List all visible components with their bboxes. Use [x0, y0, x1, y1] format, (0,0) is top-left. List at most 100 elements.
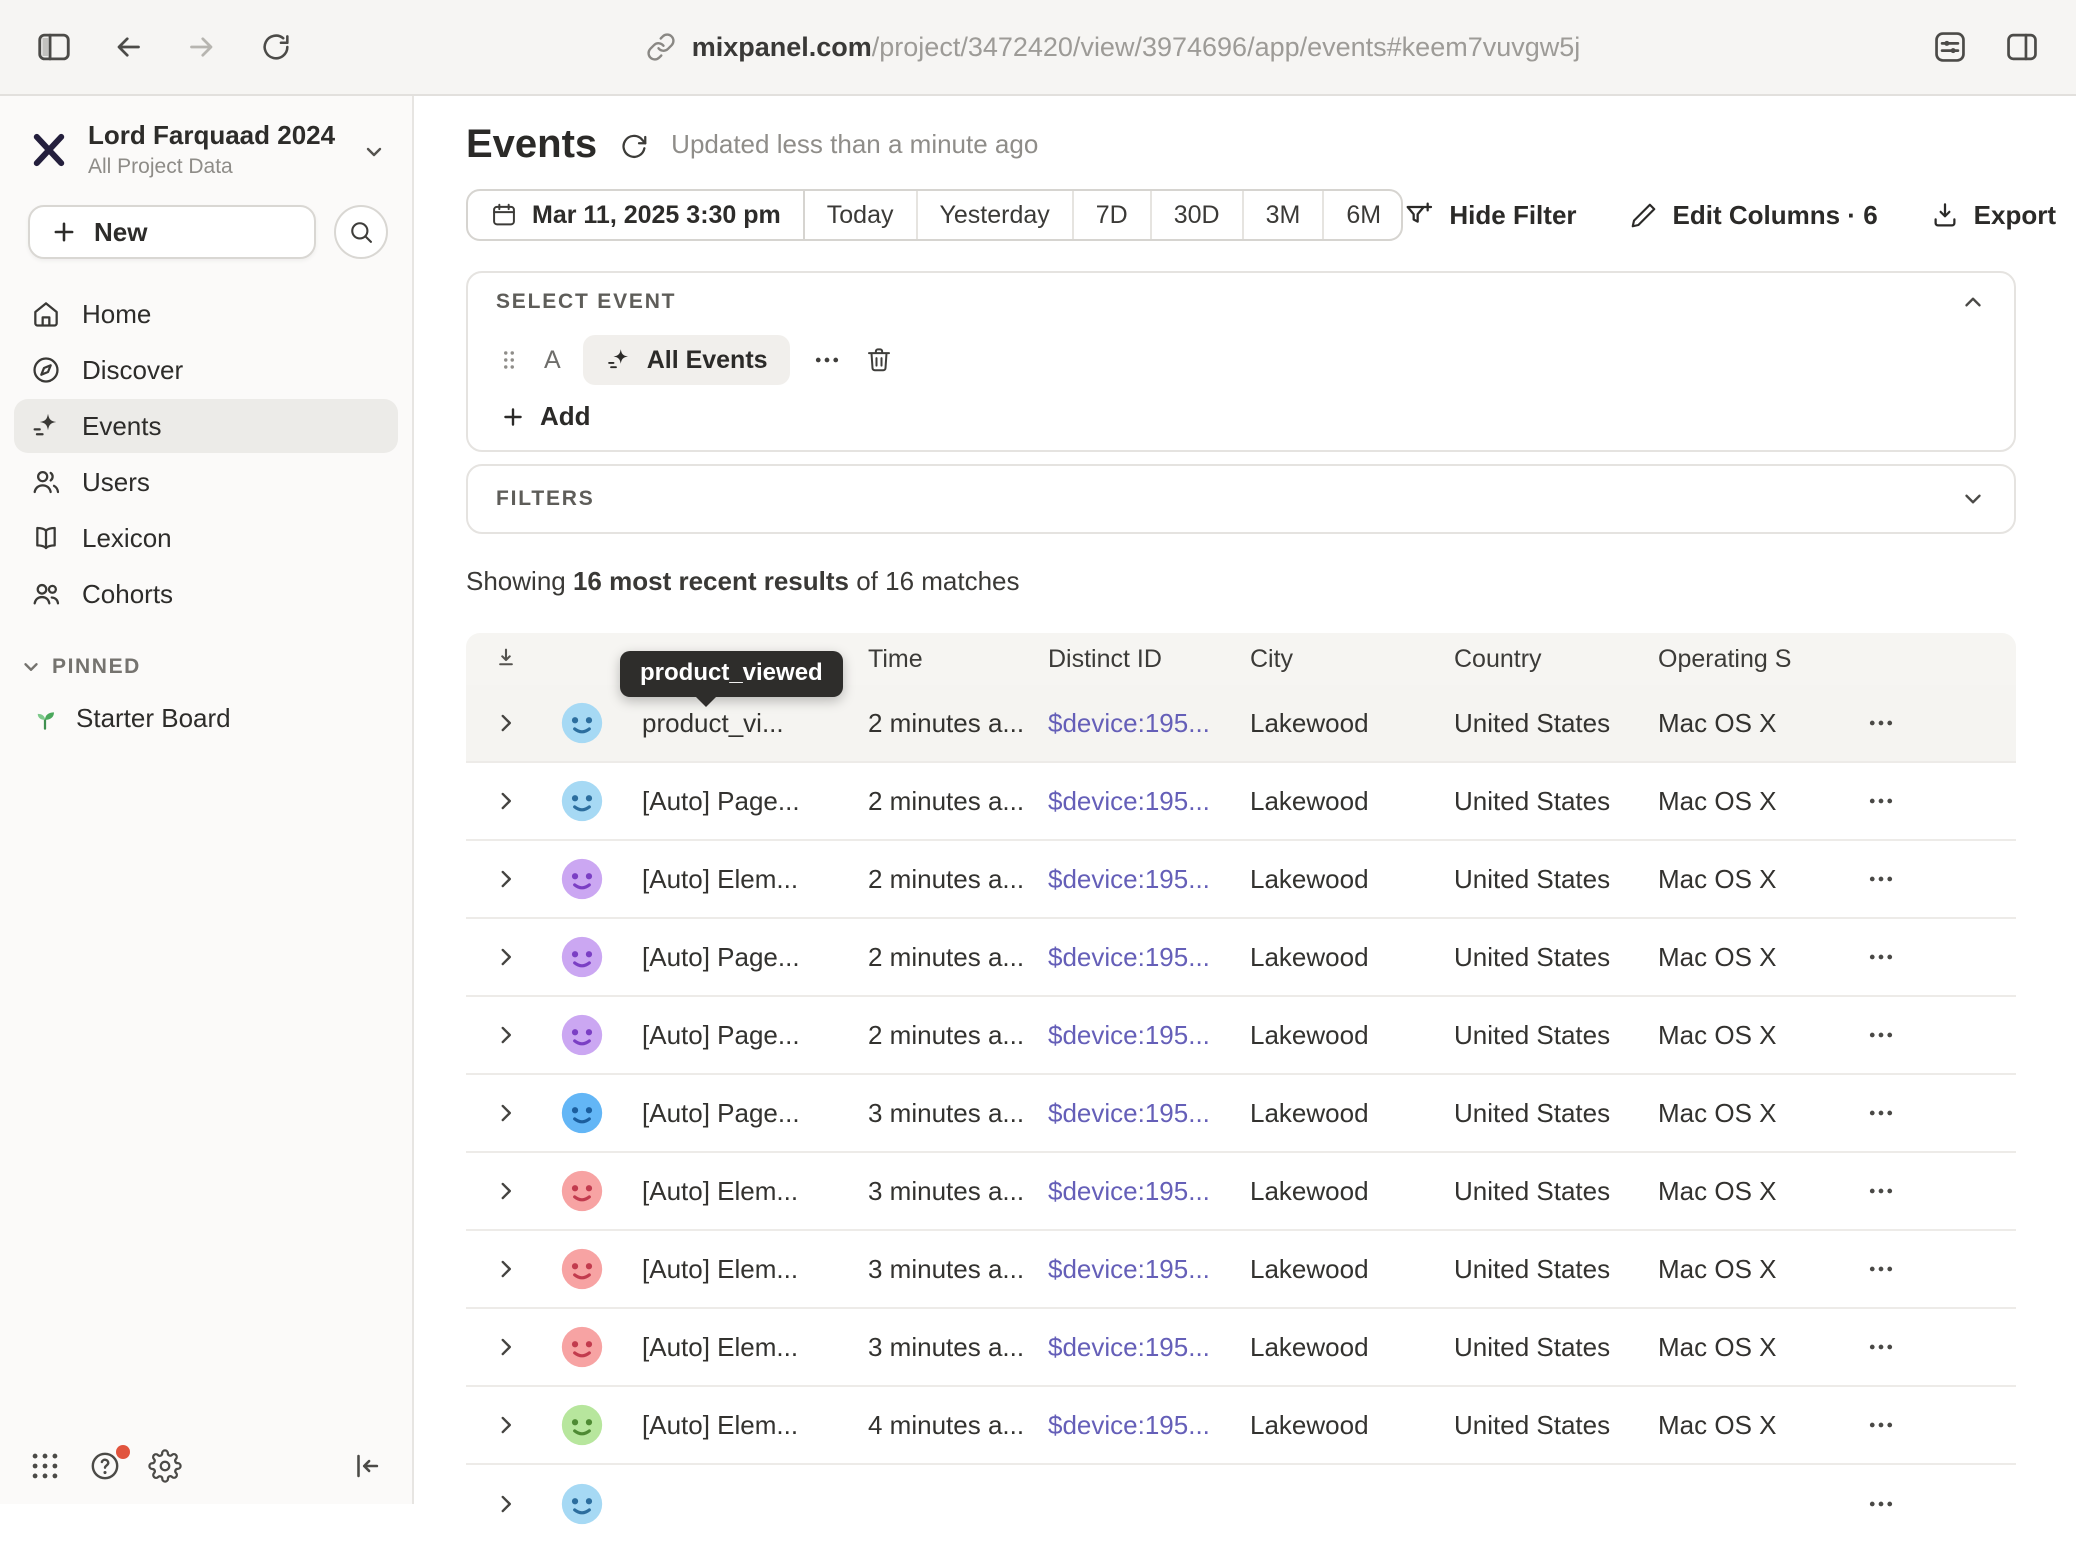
- table-row[interactable]: [Auto] Page... 3 minutes a... $device:19…: [466, 1075, 2016, 1153]
- sidebar-item-discover[interactable]: Discover: [14, 343, 398, 397]
- range-today[interactable]: Today: [805, 191, 918, 239]
- sidebar-item-users[interactable]: Users: [14, 455, 398, 509]
- trash-icon[interactable]: [864, 345, 894, 375]
- table-row[interactable]: [Auto] Elem... 2 minutes a... $device:19…: [466, 841, 2016, 919]
- expand-row-icon[interactable]: [493, 1022, 519, 1048]
- column-header-time[interactable]: Time: [844, 645, 1024, 674]
- expand-row-icon[interactable]: [493, 1256, 519, 1282]
- distinct-id-link[interactable]: $device:195...: [1048, 1176, 1210, 1206]
- event-name-cell: [Auto] Elem...: [618, 1410, 844, 1441]
- row-actions-icon[interactable]: [1866, 1410, 1896, 1440]
- new-button[interactable]: New: [28, 205, 316, 259]
- column-header-city[interactable]: City: [1226, 645, 1430, 674]
- sidebar-toggle-icon[interactable]: [24, 17, 84, 77]
- row-actions-icon[interactable]: [1866, 1176, 1896, 1206]
- distinct-id-link[interactable]: $device:195...: [1048, 1020, 1210, 1050]
- city-cell: Lakewood: [1226, 1020, 1430, 1051]
- distinct-id-link[interactable]: $device:195...: [1048, 786, 1210, 816]
- sidebar-item-cohorts[interactable]: Cohorts: [14, 567, 398, 621]
- all-events-button[interactable]: All Events: [583, 335, 790, 385]
- table-row[interactable]: [466, 1465, 2016, 1543]
- column-header-country[interactable]: Country: [1430, 645, 1634, 674]
- table-row[interactable]: [Auto] Elem... 3 minutes a... $device:19…: [466, 1153, 2016, 1231]
- search-button[interactable]: [334, 205, 388, 259]
- expand-row-icon[interactable]: [493, 710, 519, 736]
- table-row[interactable]: [Auto] Page... 2 minutes a... $device:19…: [466, 763, 2016, 841]
- range-yesterday[interactable]: Yesterday: [918, 191, 1074, 239]
- page-header: Events Updated less than a minute ago: [414, 96, 2076, 167]
- browser-customize-icon[interactable]: [1920, 17, 1980, 77]
- row-actions-icon[interactable]: [1866, 1020, 1896, 1050]
- reload-icon[interactable]: [246, 17, 306, 77]
- hide-filter-button[interactable]: Hide Filter: [1403, 199, 1576, 231]
- event-name-cell: [Auto] Elem...: [618, 1332, 844, 1363]
- range-3m[interactable]: 3M: [1244, 191, 1325, 239]
- expand-row-icon[interactable]: [493, 1334, 519, 1360]
- expand-row-icon[interactable]: [493, 788, 519, 814]
- expand-row-icon[interactable]: [493, 1412, 519, 1438]
- row-actions-icon[interactable]: [1866, 1254, 1896, 1284]
- table-row[interactable]: [Auto] Elem... 3 minutes a... $device:19…: [466, 1231, 2016, 1309]
- sidebar-item-starter-board[interactable]: Starter Board: [14, 691, 398, 745]
- date-picker-label: Mar 11, 2025 3:30 pm: [532, 201, 781, 230]
- row-actions-icon[interactable]: [1866, 864, 1896, 894]
- row-actions-icon[interactable]: [1866, 942, 1896, 972]
- distinct-id-link[interactable]: $device:195...: [1048, 942, 1210, 972]
- city-cell: Lakewood: [1226, 1098, 1430, 1129]
- pinned-section-header[interactable]: PINNED: [0, 621, 412, 691]
- column-header-distinct-id[interactable]: Distinct ID: [1024, 645, 1226, 674]
- toolbar: Mar 11, 2025 3:30 pm Today Yesterday 7D …: [466, 189, 2056, 241]
- edit-columns-button[interactable]: Edit Columns · 6: [1629, 200, 1878, 231]
- event-options-icon[interactable]: [812, 345, 842, 375]
- range-30d[interactable]: 30D: [1152, 191, 1244, 239]
- event-row-letter: A: [544, 346, 561, 375]
- chevron-down-icon[interactable]: [1960, 486, 1986, 512]
- back-icon[interactable]: [98, 17, 158, 77]
- collapse-sidebar-icon[interactable]: [350, 1449, 384, 1483]
- chevron-up-icon[interactable]: [1960, 289, 1986, 315]
- range-6m[interactable]: 6M: [1324, 191, 1403, 239]
- workspace-name: Lord Farquaad 2024: [88, 120, 335, 151]
- sidebar-item-events[interactable]: Events: [14, 399, 398, 453]
- table-row[interactable]: [Auto] Page... 2 minutes a... $device:19…: [466, 919, 2016, 997]
- sidebar-item-lexicon[interactable]: Lexicon: [14, 511, 398, 565]
- time-cell: 2 minutes a...: [844, 786, 1024, 817]
- distinct-id-link[interactable]: $device:195...: [1048, 708, 1210, 738]
- split-view-icon[interactable]: [1992, 17, 2052, 77]
- book-icon: [30, 522, 62, 554]
- address-bar[interactable]: mixpanel.com/project/3472420/view/397469…: [306, 32, 1920, 63]
- gear-icon[interactable]: [148, 1449, 182, 1483]
- distinct-id-link[interactable]: $device:195...: [1048, 1098, 1210, 1128]
- table-row[interactable]: [Auto] Elem... 4 minutes a... $device:19…: [466, 1387, 2016, 1465]
- table-row[interactable]: [Auto] Page... 2 minutes a... $device:19…: [466, 997, 2016, 1075]
- row-actions-icon[interactable]: [1866, 1489, 1896, 1519]
- column-header-os[interactable]: Operating S: [1634, 645, 1838, 674]
- date-picker-button[interactable]: Mar 11, 2025 3:30 pm: [468, 191, 805, 239]
- expand-row-icon[interactable]: [493, 1178, 519, 1204]
- apps-grid-icon[interactable]: [28, 1449, 62, 1483]
- workspace-switcher[interactable]: Lord Farquaad 2024 All Project Data: [0, 96, 412, 187]
- collapse-rows-icon[interactable]: [492, 645, 520, 673]
- row-actions-icon[interactable]: [1866, 786, 1896, 816]
- refresh-icon[interactable]: [619, 132, 649, 162]
- expand-row-icon[interactable]: [493, 1100, 519, 1126]
- expand-row-icon[interactable]: [493, 866, 519, 892]
- add-event-button[interactable]: Add: [496, 401, 591, 432]
- distinct-id-link[interactable]: $device:195...: [1048, 1410, 1210, 1440]
- distinct-id-link[interactable]: $device:195...: [1048, 864, 1210, 894]
- table-row[interactable]: [Auto] Elem... 3 minutes a... $device:19…: [466, 1309, 2016, 1387]
- sidebar-item-home[interactable]: Home: [14, 287, 398, 341]
- expand-row-icon[interactable]: [493, 1491, 519, 1517]
- distinct-id-link[interactable]: $device:195...: [1048, 1254, 1210, 1284]
- export-button[interactable]: Export: [1930, 200, 2056, 231]
- expand-row-icon[interactable]: [493, 944, 519, 970]
- row-actions-icon[interactable]: [1866, 708, 1896, 738]
- row-actions-icon[interactable]: [1866, 1098, 1896, 1128]
- row-actions-icon[interactable]: [1866, 1332, 1896, 1362]
- forward-icon[interactable]: [172, 17, 232, 77]
- drag-handle-icon[interactable]: [496, 347, 522, 373]
- time-cell: 3 minutes a...: [844, 1176, 1024, 1207]
- range-7d[interactable]: 7D: [1074, 191, 1152, 239]
- os-cell: Mac OS X: [1634, 1098, 1838, 1129]
- distinct-id-link[interactable]: $device:195...: [1048, 1332, 1210, 1362]
